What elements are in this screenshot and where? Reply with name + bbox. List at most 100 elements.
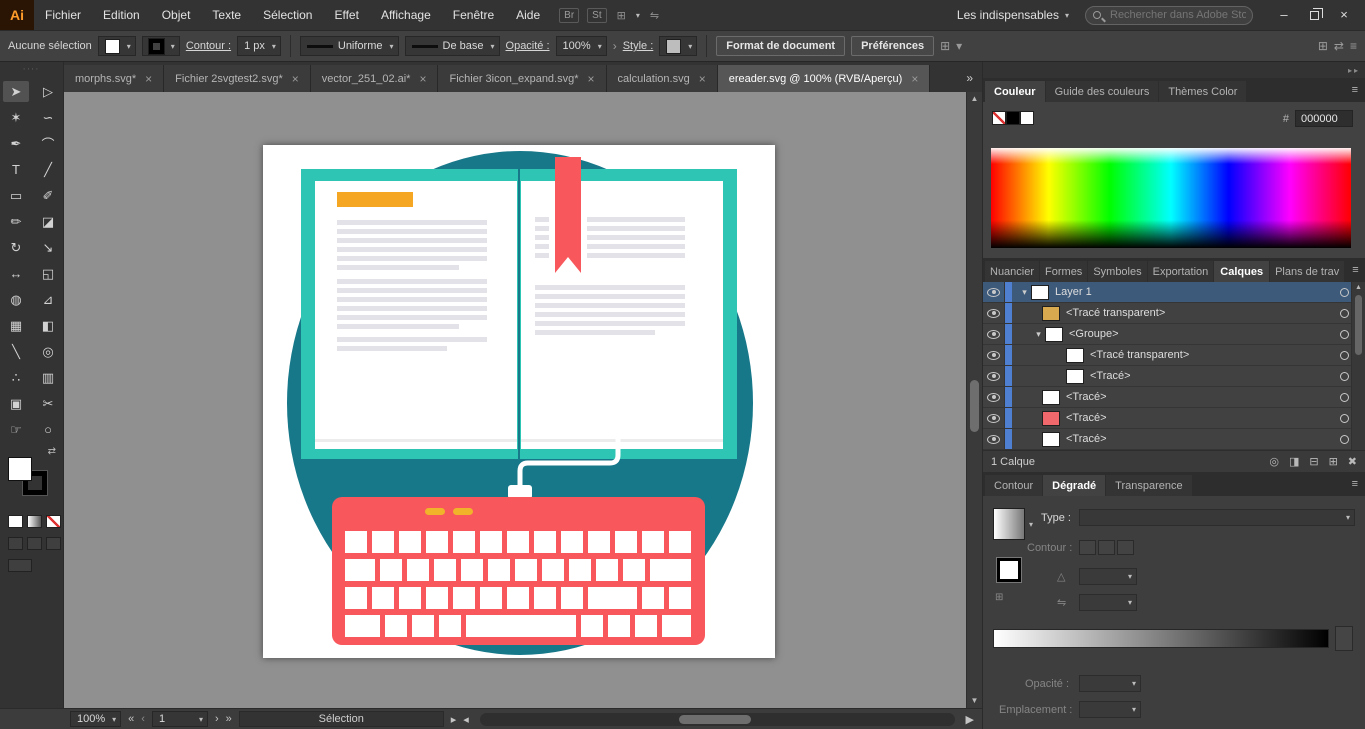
- layer-name[interactable]: <Tracé transparent>: [1066, 307, 1336, 319]
- line-segment-tool[interactable]: ╱: [35, 159, 61, 180]
- panel-menu-icon[interactable]: ≡: [1345, 84, 1365, 96]
- pen-tool[interactable]: ✒: [3, 133, 29, 154]
- visibility-toggle[interactable]: [983, 324, 1005, 344]
- panel-menu-icon[interactable]: ≡: [1345, 264, 1365, 276]
- stroke-within-icon[interactable]: [1079, 540, 1096, 555]
- app-logo[interactable]: Ai: [0, 0, 34, 30]
- document-tab[interactable]: vector_251_02.ai* ×: [310, 65, 439, 92]
- hand-tool[interactable]: ☞: [3, 419, 29, 440]
- mesh-tool[interactable]: ▦: [3, 315, 29, 336]
- color-mode-button[interactable]: [8, 515, 23, 528]
- menu-fenetre[interactable]: Fenêtre: [442, 0, 505, 30]
- toolbar-grip[interactable]: ∙∙∙∙: [0, 62, 63, 76]
- scroll-up-icon[interactable]: ▲: [967, 92, 982, 106]
- stroke-across-icon[interactable]: [1117, 540, 1134, 555]
- layer-thumbnail[interactable]: [1042, 431, 1060, 447]
- tab-nuancier[interactable]: Nuancier: [985, 261, 1040, 282]
- tab-overflow-icon[interactable]: »: [957, 65, 982, 92]
- layer-name[interactable]: <Tracé transparent>: [1090, 349, 1336, 361]
- fill-swatch[interactable]: [104, 38, 120, 54]
- status-expand-icon[interactable]: ▸: [451, 713, 457, 726]
- target-circle-icon[interactable]: [1340, 413, 1349, 423]
- layer-thumbnail[interactable]: [1045, 326, 1063, 342]
- gradient-angle-dropdown[interactable]: ▾: [1079, 568, 1137, 585]
- document-tab[interactable]: morphs.svg* ×: [64, 65, 165, 92]
- artboard-navigation-dropdown[interactable]: 1 ▾: [151, 711, 208, 727]
- width-profile-dropdown[interactable]: Uniforme ▾: [299, 36, 399, 56]
- menu-affichage[interactable]: Affichage: [370, 0, 442, 30]
- recolor-artwork-icon[interactable]: ›: [613, 39, 617, 53]
- visibility-toggle[interactable]: [983, 345, 1005, 365]
- restore-button[interactable]: [1299, 0, 1329, 30]
- opacity-dropdown[interactable]: 100% ▾: [555, 36, 607, 56]
- document-tab[interactable]: Fichier 2svgtest2.svg* ×: [164, 65, 311, 92]
- target-circle-icon[interactable]: [1340, 287, 1349, 297]
- document-tab[interactable]: Fichier 3icon_expand.svg* ×: [438, 65, 607, 92]
- vertical-scrollbar[interactable]: ▲ ▼: [966, 92, 982, 708]
- scroll-up-icon[interactable]: ▲: [1352, 282, 1365, 294]
- symbol-sprayer-tool[interactable]: ∴: [3, 367, 29, 388]
- visibility-toggle[interactable]: [983, 387, 1005, 407]
- menu-aide[interactable]: Aide: [505, 0, 551, 30]
- gradient-location-dropdown[interactable]: ▾: [1079, 701, 1141, 718]
- dock-grid-icon[interactable]: ⊞: [1318, 39, 1328, 53]
- visibility-toggle[interactable]: [983, 429, 1005, 449]
- none-mode-button[interactable]: [46, 515, 61, 528]
- layer-thumbnail[interactable]: [1042, 389, 1060, 405]
- layer-row[interactable]: <Tracé transparent>: [983, 345, 1365, 366]
- menu-selection[interactable]: Sélection: [252, 0, 323, 30]
- lasso-tool[interactable]: ∽: [35, 107, 61, 128]
- dock-swap-icon[interactable]: ⇄: [1334, 39, 1344, 53]
- stroke-color-dropdown[interactable]: ▾: [141, 36, 180, 56]
- next-artboard-icon[interactable]: ›: [215, 713, 219, 725]
- tab-degrade[interactable]: Dégradé: [1043, 475, 1106, 496]
- menu-objet[interactable]: Objet: [151, 0, 202, 30]
- tab-transparence[interactable]: Transparence: [1106, 475, 1192, 496]
- screen-mode-button[interactable]: [8, 559, 32, 572]
- visibility-toggle[interactable]: [983, 408, 1005, 428]
- visibility-toggle[interactable]: [983, 366, 1005, 386]
- eraser-tool[interactable]: ◪: [35, 211, 61, 232]
- close-tab-icon[interactable]: ×: [145, 72, 152, 86]
- gradient-mode-button[interactable]: [27, 515, 42, 528]
- gradient-slider-options[interactable]: [1335, 626, 1353, 651]
- layer-name[interactable]: Layer 1: [1055, 286, 1336, 298]
- layer-name[interactable]: <Tracé>: [1066, 412, 1336, 424]
- scroll-down-icon[interactable]: ▼: [967, 694, 982, 708]
- target-circle-icon[interactable]: [1340, 371, 1349, 381]
- vertical-scroll-thumb[interactable]: [970, 380, 979, 432]
- locate-object-icon[interactable]: ◎: [1269, 455, 1279, 468]
- align-options-icon[interactable]: ⊞: [940, 39, 950, 53]
- magic-wand-tool[interactable]: ✶: [3, 107, 29, 128]
- target-circle-icon[interactable]: [1340, 392, 1349, 402]
- tab-plans-de-travail[interactable]: Plans de trav: [1270, 261, 1345, 282]
- close-tab-icon[interactable]: ×: [911, 72, 918, 86]
- workspace-switcher[interactable]: Les indispensables ▾: [957, 8, 1069, 22]
- menu-texte[interactable]: Texte: [201, 0, 252, 30]
- eyedropper-tool[interactable]: ╲: [3, 341, 29, 362]
- layer-thumbnail[interactable]: [1031, 284, 1049, 300]
- tab-exportation[interactable]: Exportation: [1147, 261, 1214, 282]
- color-spectrum[interactable]: [991, 148, 1351, 248]
- collapse-panels-icon[interactable]: ▸: [1354, 66, 1358, 75]
- swap-fill-stroke-icon[interactable]: ⇄: [48, 446, 56, 457]
- black-swatch[interactable]: [1006, 111, 1020, 125]
- style-dropdown[interactable]: ▾: [659, 36, 698, 56]
- white-swatch[interactable]: [1020, 111, 1034, 125]
- preferences-button[interactable]: Préférences: [851, 36, 935, 56]
- tab-calques[interactable]: Calques: [1214, 261, 1270, 282]
- disclosure-icon[interactable]: ▾: [1018, 287, 1031, 298]
- gradient-preview-swatch[interactable]: [993, 508, 1025, 540]
- search-input[interactable]: [1085, 5, 1253, 25]
- layer-row[interactable]: ▾ <Groupe>: [983, 324, 1365, 345]
- tab-contour[interactable]: Contour: [985, 475, 1043, 496]
- chevron-down-icon[interactable]: ▾: [956, 39, 962, 53]
- target-circle-icon[interactable]: [1340, 350, 1349, 360]
- close-tab-icon[interactable]: ×: [292, 72, 299, 86]
- canvas[interactable]: [64, 92, 966, 708]
- curvature-tool[interactable]: ⌒: [35, 133, 61, 154]
- layer-thumbnail[interactable]: [1042, 305, 1060, 321]
- rotate-tool[interactable]: ↻: [3, 237, 29, 258]
- stroke-along-icon[interactable]: [1098, 540, 1115, 555]
- draw-behind-button[interactable]: [27, 537, 42, 550]
